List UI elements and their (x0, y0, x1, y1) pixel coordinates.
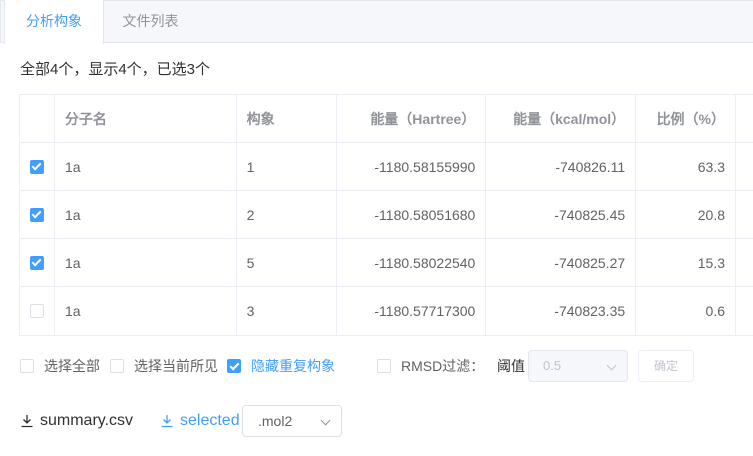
tab-file-list[interactable]: 文件列表 (104, 0, 197, 43)
download-selected-link[interactable]: selected (160, 405, 240, 437)
select-all-label: 选择全部 (44, 358, 100, 374)
format-value: .mol2 (258, 413, 293, 429)
cell-molecule-name: 1a (55, 239, 237, 286)
header-molecule-name: 分子名 (55, 95, 237, 142)
row-checkbox[interactable] (29, 159, 44, 174)
cell-conformer: 3 (237, 287, 337, 335)
cell-energy-kcal: -740826.11 (486, 143, 637, 190)
cell-conformer: 1 (237, 143, 337, 190)
cell-ratio: 20.8 (636, 191, 737, 238)
format-select[interactable]: .mol2 (242, 405, 342, 437)
table-row[interactable]: 1a 5 -1180.58022540 -740825.27 15.3 (20, 239, 753, 287)
cell-ratio: 0.6 (636, 287, 737, 335)
table-header-row: 分子名 构象 能量（Hartree） 能量（kcal/mol） 比例（%） (20, 95, 753, 143)
select-visible-option[interactable]: 选择当前所见 (110, 356, 218, 376)
hide-duplicates-label: 隐藏重复构象 (251, 358, 335, 374)
select-visible-checkbox[interactable] (110, 359, 124, 373)
select-visible-label: 选择当前所见 (134, 358, 218, 374)
rmsd-filter-option[interactable]: RMSD过滤： (377, 356, 484, 376)
cell-energy-kcal: -740823.35 (486, 287, 637, 335)
cell-molecule-name: 1a (55, 143, 237, 190)
rmsd-filter-checkbox[interactable] (377, 359, 391, 373)
cell-energy-kcal: -740825.45 (486, 191, 637, 238)
cell-ratio: 63.3 (636, 143, 737, 190)
row-checkbox-cell (20, 143, 55, 190)
conformer-table: 分子名 构象 能量（Hartree） 能量（kcal/mol） 比例（%） 1a… (19, 94, 753, 336)
header-ratio: 比例（%） (636, 95, 737, 142)
download-summary-link[interactable]: summary.csv (20, 405, 133, 437)
rmsd-filter-label: RMSD过滤： (401, 358, 485, 374)
row-checkbox[interactable] (29, 255, 44, 270)
cell-extra (736, 143, 753, 190)
download-summary-label: summary.csv (40, 412, 134, 429)
row-checkbox-cell (20, 239, 55, 286)
select-all-option[interactable]: 选择全部 (20, 356, 100, 376)
row-checkbox-cell (20, 287, 55, 335)
table-row[interactable]: 1a 1 -1180.58155990 -740826.11 63.3 (20, 143, 753, 191)
header-checkbox-cell (20, 95, 55, 142)
chevron-down-icon (320, 415, 331, 426)
tab-bar: 分析构象 文件列表 (0, 0, 753, 44)
download-selected-label: selected (180, 412, 240, 429)
threshold-label: 阈值 (497, 358, 525, 374)
hide-duplicates-option[interactable]: 隐藏重复构象 (227, 356, 335, 376)
row-checkbox-cell (20, 191, 55, 238)
cell-energy-hartree: -1180.58051680 (337, 191, 487, 238)
options-bar: 选择全部 选择当前所见 隐藏重复构象 RMSD过滤： 阈值 0.5 确定 (20, 350, 753, 382)
cell-extra (736, 191, 753, 238)
header-conformer: 构象 (237, 95, 337, 142)
selection-summary: 全部4个，显示4个，已选3个 (20, 61, 211, 78)
table-row[interactable]: 1a 3 -1180.57717300 -740823.35 0.6 (20, 287, 753, 335)
cell-energy-hartree: -1180.57717300 (337, 287, 487, 335)
row-checkbox[interactable] (29, 304, 44, 318)
header-extra (736, 95, 753, 142)
cell-ratio: 15.3 (636, 239, 737, 286)
cell-energy-kcal: -740825.27 (486, 239, 637, 286)
chevron-down-icon (606, 360, 617, 371)
table-row[interactable]: 1a 2 -1180.58051680 -740825.45 20.8 (20, 191, 753, 239)
download-icon (160, 414, 174, 428)
cell-molecule-name: 1a (55, 191, 237, 238)
cell-conformer: 2 (237, 191, 337, 238)
cell-extra (736, 239, 753, 286)
cell-extra (736, 287, 753, 335)
threshold-value: 0.5 (543, 358, 562, 373)
threshold-select[interactable]: 0.5 (528, 350, 628, 382)
cell-energy-hartree: -1180.58155990 (337, 143, 487, 190)
header-energy-kcal: 能量（kcal/mol） (486, 95, 637, 142)
tab-analyze-conformers[interactable]: 分析构象 (4, 0, 104, 44)
hide-duplicates-checkbox[interactable] (227, 359, 241, 373)
header-energy-hartree: 能量（Hartree） (337, 95, 487, 142)
select-all-checkbox[interactable] (20, 359, 34, 373)
download-icon (20, 414, 34, 428)
row-checkbox[interactable] (29, 207, 44, 222)
confirm-button[interactable]: 确定 (638, 350, 694, 382)
cell-molecule-name: 1a (55, 287, 237, 335)
cell-conformer: 5 (237, 239, 337, 286)
cell-energy-hartree: -1180.58022540 (337, 239, 487, 286)
